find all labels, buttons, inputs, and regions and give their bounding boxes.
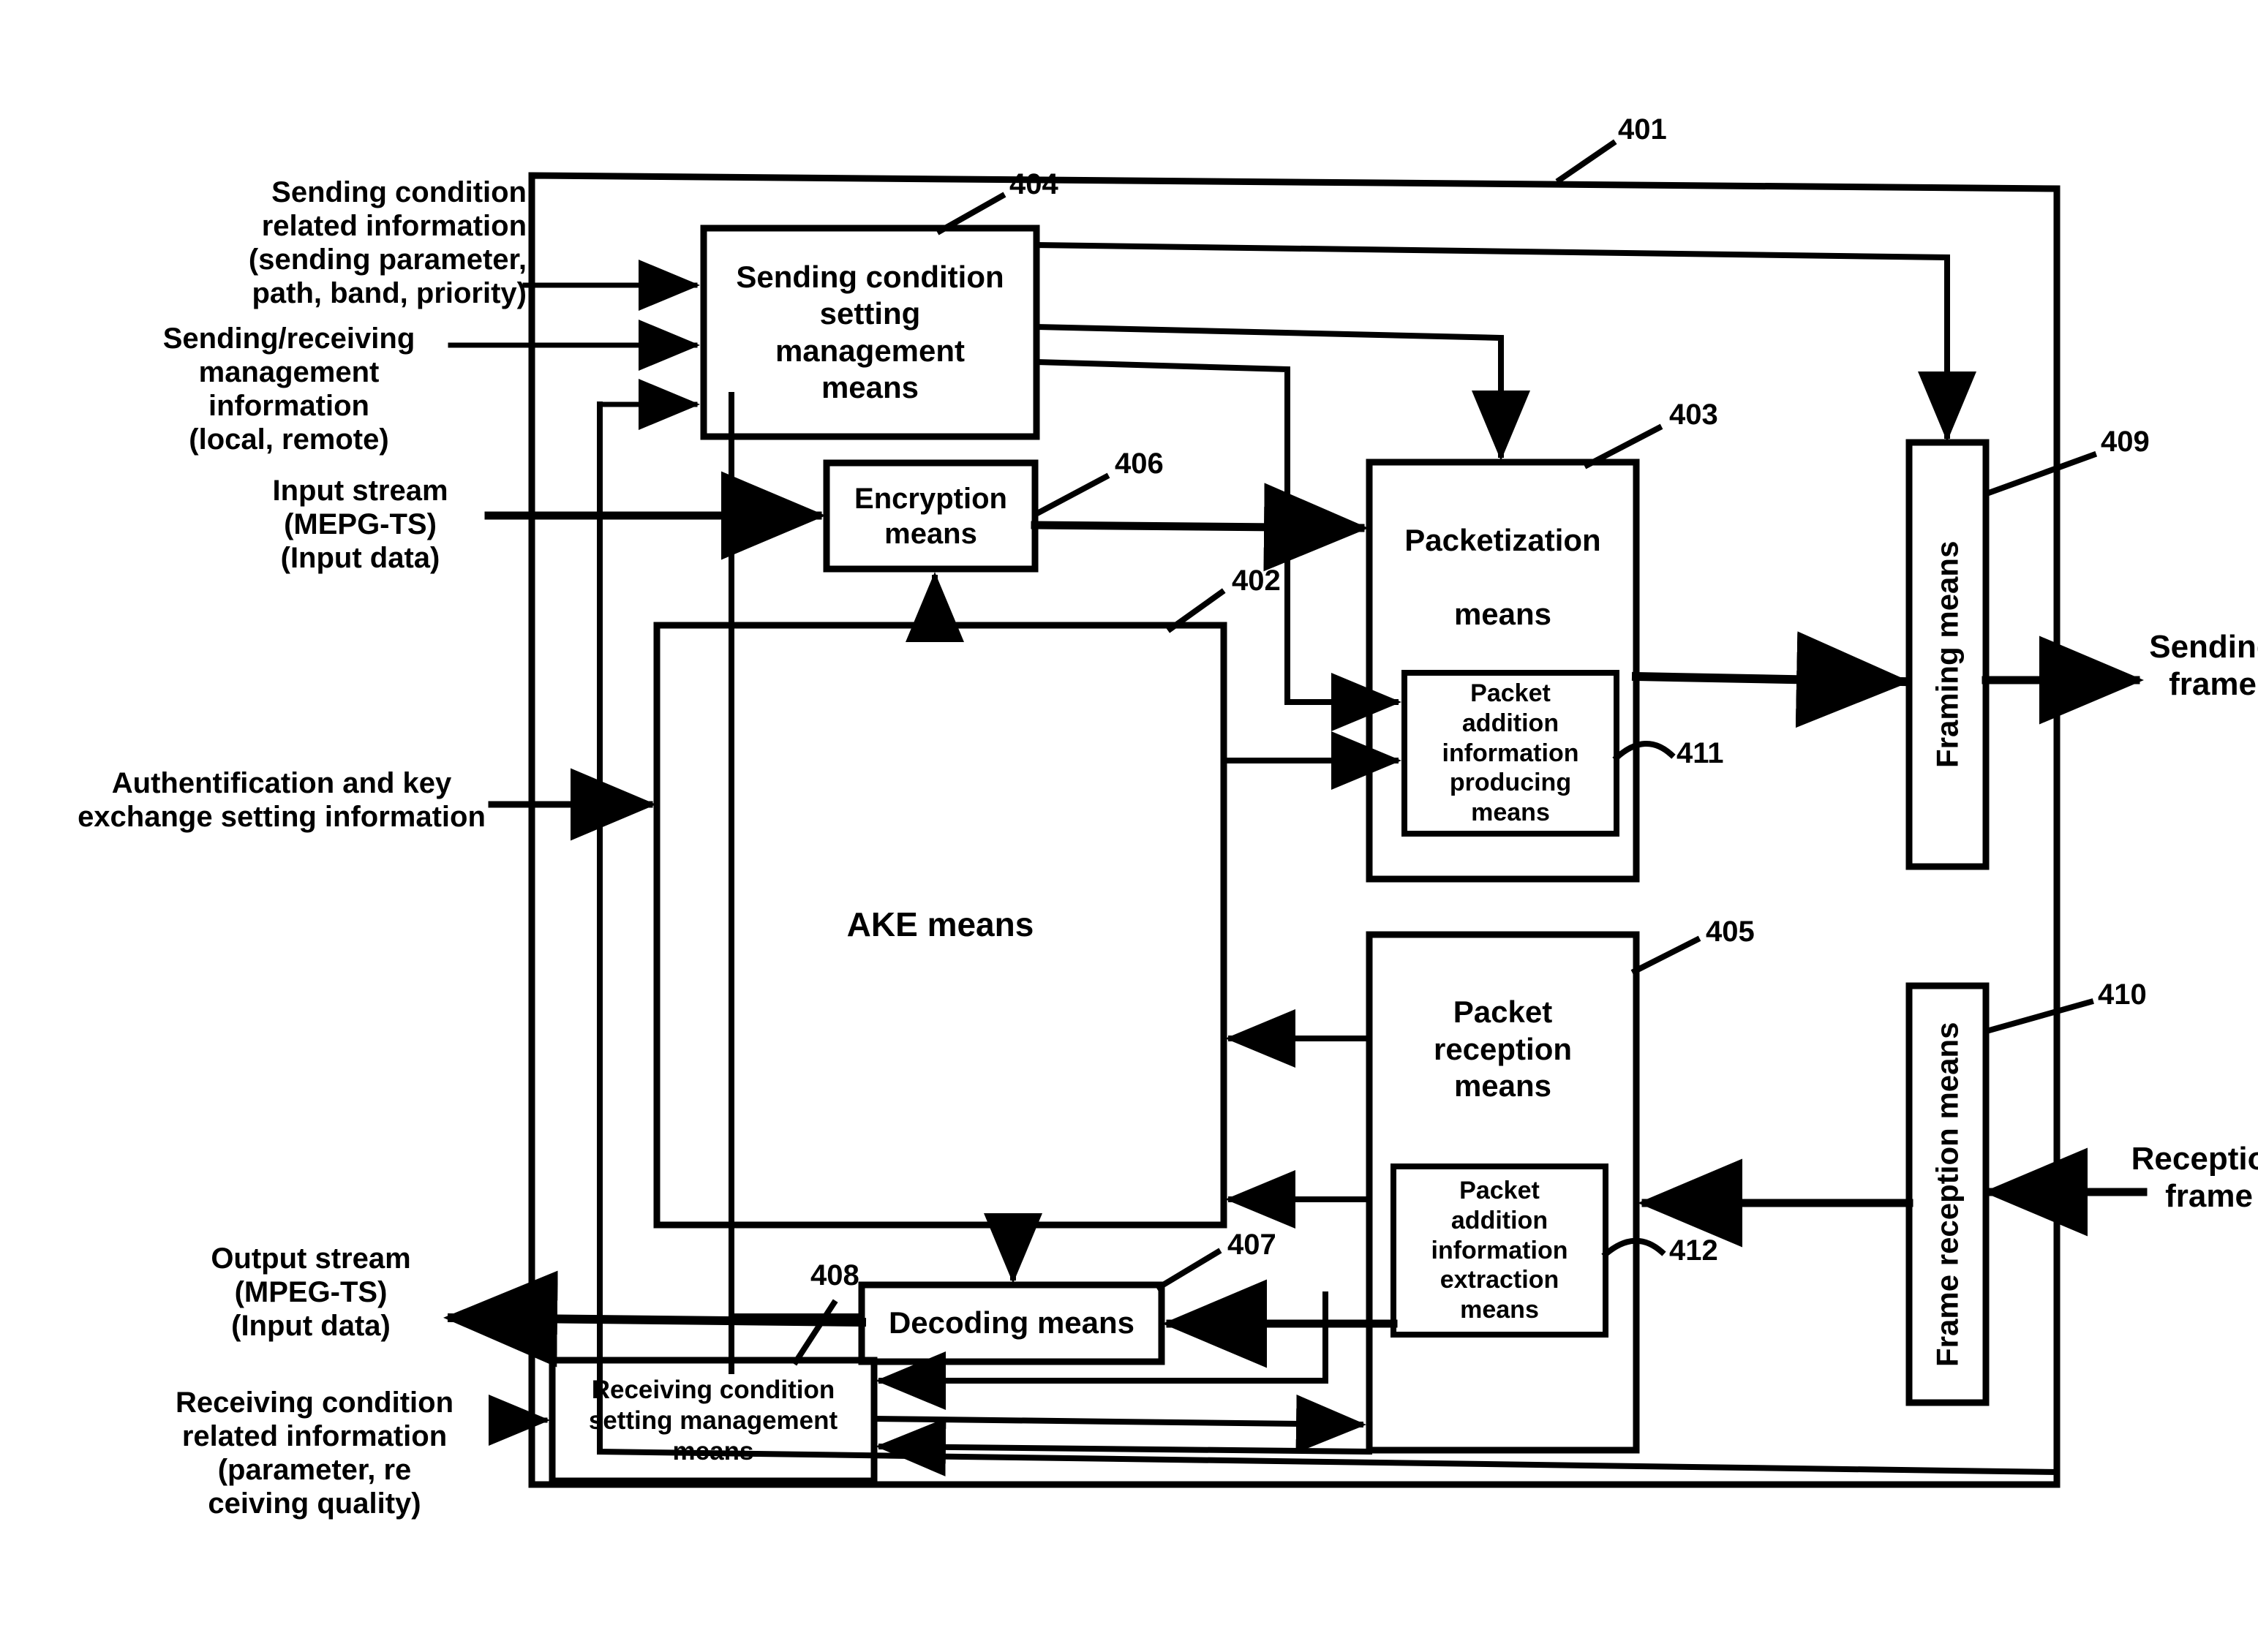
ref-411: 411	[1676, 737, 1724, 769]
block-label-407: Decoding means	[888, 1305, 1135, 1340]
ref-407: 407	[1227, 1229, 1276, 1261]
figure-canvas: Sending condition related information (s…	[0, 0, 2258, 1652]
ref-410: 410	[2098, 978, 2147, 1011]
label-sending-condition-info: Sending condition related information (s…	[248, 176, 527, 309]
label-receiving-condition-info: Receiving condition related information …	[175, 1387, 454, 1520]
block-label-408: Receiving condition setting management m…	[588, 1375, 838, 1466]
ref-408: 408	[810, 1259, 859, 1291]
ref-404: 404	[1009, 168, 1058, 200]
block-label-403: Packetization means	[1404, 523, 1601, 632]
block-label-411: Packet addition information producing me…	[1442, 679, 1579, 827]
ref-402: 402	[1232, 565, 1281, 597]
label-reception-frame: Reception frame	[2131, 1141, 2258, 1214]
block-label-402: AKE means	[846, 905, 1034, 944]
label-sending-frame: Sending frame	[2149, 629, 2258, 702]
block-label-410: Frame reception means	[1930, 1022, 1965, 1367]
ref-403: 403	[1669, 399, 1718, 431]
label-auth-key-exchange: Authentification and key exchange settin…	[78, 767, 486, 833]
ref-405: 405	[1706, 916, 1755, 948]
arrow-packetization-to-framing	[1631, 631, 1911, 728]
encryption-connections	[1031, 483, 1369, 572]
block-label-404: Sending condition setting management mea…	[736, 259, 1004, 404]
ref-409: 409	[2101, 426, 2150, 458]
block-label-409: Framing means	[1930, 540, 1965, 769]
block-label-412: Packet addition information extraction m…	[1431, 1177, 1568, 1324]
ref-412: 412	[1669, 1234, 1718, 1267]
label-input-stream: Input stream (MEPG-TS) (Input data)	[272, 475, 448, 574]
label-output-stream: Output stream (MPEG-TS) (Input data)	[211, 1242, 411, 1342]
block-label-406: Encryption means	[854, 482, 1007, 550]
ref-401: 401	[1618, 113, 1667, 146]
label-sending-receiving-mgmt: Sending/receiving management information…	[162, 323, 415, 456]
block-label-405: Packet reception means	[1433, 995, 1573, 1104]
ref-406: 406	[1115, 448, 1164, 480]
